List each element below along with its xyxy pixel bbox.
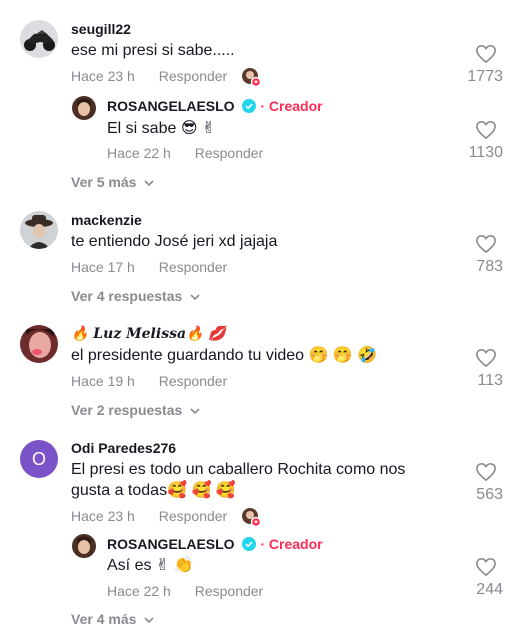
comment-text: te entiendo José jeri xd jajaja [71,233,278,250]
avatar[interactable] [72,534,96,558]
avatar[interactable] [20,211,58,249]
reply-text: Así es ✌ 👏 [107,557,194,574]
comment-time: Hace 19 h [71,373,135,389]
dot-separator: · [260,536,266,552]
creator-avatar-image [72,96,96,120]
avatar[interactable]: O [20,440,58,478]
like-heart-icon[interactable] [475,234,497,254]
like-heart-icon[interactable] [475,557,497,577]
reply-text: El si sabe 😎 ✌ [107,120,216,137]
reply-button[interactable]: Responder [159,373,228,389]
verified-icon [242,537,257,551]
like-heart-icon[interactable] [475,44,497,64]
avatar[interactable] [20,20,58,58]
comment-meta: Hace 19 h Responder [71,373,227,389]
creator-liked-avatar [241,507,262,528]
avatar-letter: O [31,449,46,469]
like-heart-icon[interactable] [475,120,497,140]
comment-text: El presi es todo un caballero Rochita co… [71,461,406,499]
username[interactable]: mackenzie [71,212,142,228]
comment-time: Hace 23 h [71,68,135,84]
view-more-label: Ver 2 respuestas [71,402,183,418]
reply-button[interactable]: Responder [159,508,228,524]
comment-text: ese mi presi si sabe..... [71,42,235,59]
reply-button[interactable]: Responder [195,583,264,599]
avatar[interactable] [20,325,58,363]
like-count: 783 [476,258,503,275]
dot-separator: · [260,98,266,114]
reply-button[interactable]: Responder [159,259,228,275]
comment-time: Hace 17 h [71,259,135,275]
reply-time: Hace 22 h [107,583,171,599]
avatar[interactable] [72,96,96,120]
reply-username-text[interactable]: ROSANGELAESLO [107,98,235,114]
like-heart-icon[interactable] [475,462,497,482]
like-count: 563 [476,486,503,503]
chevron-down-icon [190,294,200,300]
cowboy-avatar-image [20,211,58,249]
chevron-down-icon [144,180,154,186]
creator-badge: Creador [268,536,323,552]
like-count: 1773 [467,68,503,85]
comment-meta: Hace 23 h Responder [71,68,227,84]
like-heart-icon[interactable] [475,348,497,368]
creator-badge: Creador [268,98,323,114]
username[interactable]: seugill22 [71,21,131,37]
comment-time: Hace 23 h [71,508,135,524]
creator-liked-avatar [241,67,262,88]
chevron-down-icon [190,408,200,414]
view-more-label: Ver 5 más [71,174,137,190]
reply-username: ROSANGELAESLO · Creador [107,98,323,114]
reply-meta: Hace 22 h Responder [107,145,263,161]
like-count: 113 [477,372,503,389]
reply-meta: Hace 22 h Responder [107,583,263,599]
comment-meta: Hace 17 h Responder [71,259,227,275]
reply-time: Hace 22 h [107,145,171,161]
reply-username-text[interactable]: ROSANGELAESLO [107,536,235,552]
comment-meta: Hace 23 h Responder [71,508,227,524]
verified-icon [242,99,257,113]
reply-username: ROSANGELAESLO · Creador [107,536,323,552]
view-more-replies[interactable]: Ver 2 respuestas [71,402,200,418]
view-more-replies[interactable]: Ver 4 más [71,611,154,627]
motorcycle-avatar-image [20,20,58,58]
username[interactable]: 🔥 Luz Melissa🔥 💋 [71,326,226,342]
username[interactable]: Odi Paredes276 [71,440,176,456]
like-count: 244 [476,581,503,598]
view-more-replies[interactable]: Ver 5 más [71,174,154,190]
chevron-down-icon [144,617,154,623]
creator-avatar-image [72,534,96,558]
reply-button[interactable]: Responder [159,68,228,84]
comment-text: el presidente guardando tu video 🤭 🤭 🤣 [71,347,378,364]
view-more-label: Ver 4 respuestas [71,288,183,304]
view-more-label: Ver 4 más [71,611,137,627]
reply-button[interactable]: Responder [195,145,264,161]
view-more-replies[interactable]: Ver 4 respuestas [71,288,200,304]
selfie-avatar-image [20,325,58,363]
like-count: 1130 [468,144,503,161]
